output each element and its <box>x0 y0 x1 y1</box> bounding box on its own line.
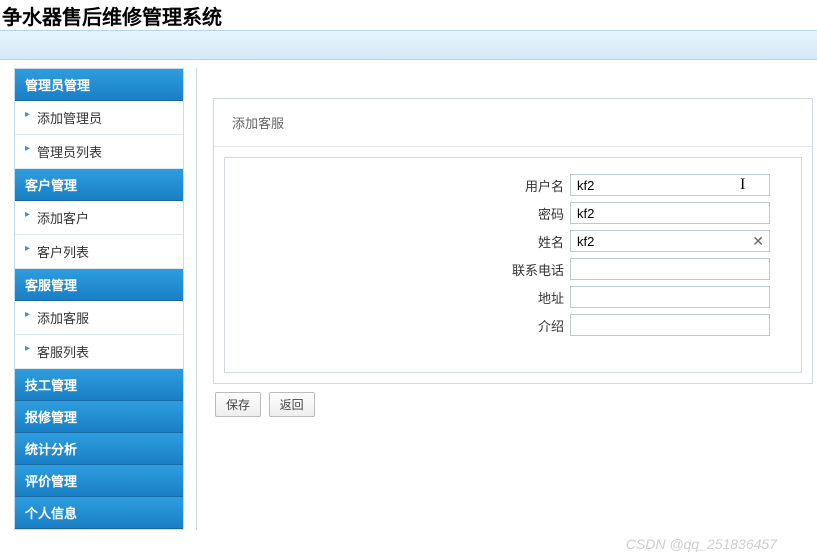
label-username: 用户名 <box>225 176 570 195</box>
menu-group-admin[interactable]: 管理员管理 <box>15 69 183 101</box>
back-button[interactable]: 返回 <box>269 392 315 417</box>
menu-group-review[interactable]: 评价管理 <box>15 465 183 497</box>
main-content: 添加客服 用户名 I 密码 姓名 ✕ <box>196 68 817 530</box>
sidebar-item-service-list[interactable]: 客服列表 <box>15 335 183 369</box>
app-title: 争水器售后维修管理系统 <box>2 1 222 30</box>
panel-title: 添加客服 <box>214 99 812 147</box>
form-panel: 添加客服 用户名 I 密码 姓名 ✕ <box>213 98 813 384</box>
watermark: CSDN @qq_251836457 <box>626 536 777 552</box>
sidebar: 管理员管理 添加管理员 管理员列表 客户管理 添加客户 客户列表 客服管理 添加… <box>14 68 184 530</box>
save-button[interactable]: 保存 <box>215 392 261 417</box>
label-intro: 介绍 <box>225 316 570 335</box>
menu-group-stats[interactable]: 统计分析 <box>15 433 183 465</box>
sidebar-item-admin-list[interactable]: 管理员列表 <box>15 135 183 169</box>
menu-group-customer[interactable]: 客户管理 <box>15 169 183 201</box>
label-name: 姓名 <box>225 232 570 251</box>
label-address: 地址 <box>225 288 570 307</box>
input-password[interactable] <box>570 202 770 224</box>
input-intro[interactable] <box>570 314 770 336</box>
sidebar-item-add-service[interactable]: 添加客服 <box>15 301 183 335</box>
header-bar <box>0 30 817 60</box>
input-name[interactable] <box>570 230 770 252</box>
clear-icon[interactable]: ✕ <box>752 233 764 250</box>
app-header: 争水器售后维修管理系统 <box>0 0 817 30</box>
menu-group-repair[interactable]: 报修管理 <box>15 401 183 433</box>
sidebar-item-add-customer[interactable]: 添加客户 <box>15 201 183 235</box>
menu-group-tech[interactable]: 技工管理 <box>15 369 183 401</box>
menu-group-service[interactable]: 客服管理 <box>15 269 183 301</box>
input-phone[interactable] <box>570 258 770 280</box>
input-address[interactable] <box>570 286 770 308</box>
menu-group-profile[interactable]: 个人信息 <box>15 497 183 529</box>
label-phone: 联系电话 <box>225 260 570 279</box>
sidebar-item-add-admin[interactable]: 添加管理员 <box>15 101 183 135</box>
sidebar-item-customer-list[interactable]: 客户列表 <box>15 235 183 269</box>
label-password: 密码 <box>225 204 570 223</box>
input-username[interactable] <box>570 174 770 196</box>
form-area: 用户名 I 密码 姓名 ✕ <box>224 157 802 373</box>
